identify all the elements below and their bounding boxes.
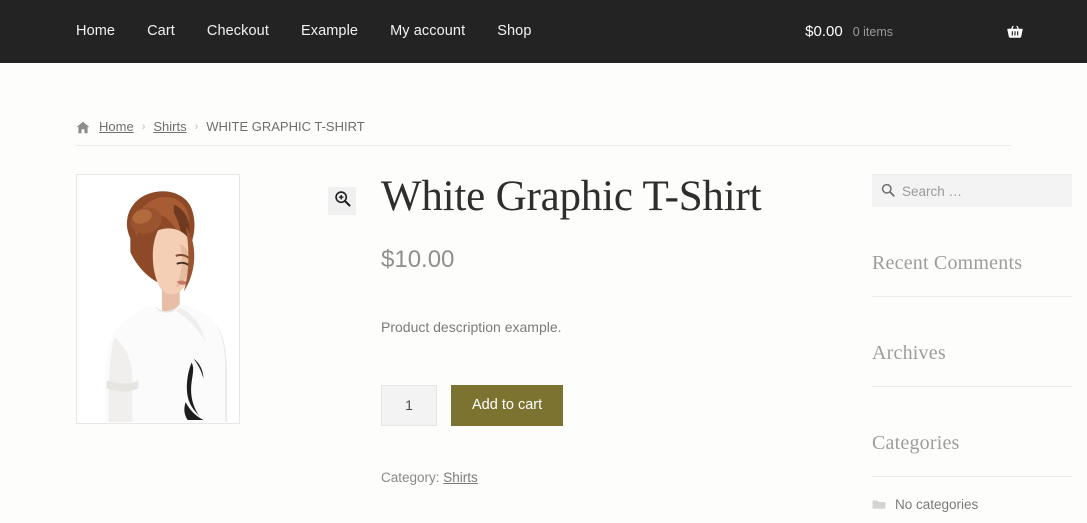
cart-total: $0.00 xyxy=(805,23,843,40)
widget-title: Categories xyxy=(872,432,960,454)
page-wrapper: Home › Shirts › WHITE GRAPHIC T-SHIRT Wh… xyxy=(0,63,1087,512)
home-icon[interactable] xyxy=(76,121,90,134)
nav-item-shop[interactable]: Shop xyxy=(497,24,531,39)
categories-list: No categories xyxy=(872,497,1072,512)
widget-title: Recent Comments xyxy=(872,252,1023,274)
nav-item-cart[interactable]: Cart xyxy=(147,24,175,39)
breadcrumb-link-shirts[interactable]: Shirts xyxy=(153,119,186,134)
product-title: White Graphic T-Shirt xyxy=(381,173,762,220)
breadcrumb: Home › Shirts › WHITE GRAPHIC T-SHIRT xyxy=(76,63,1011,146)
search-form xyxy=(872,174,1072,207)
site-header: Home Cart Checkout Example My account Sh… xyxy=(0,0,1087,63)
sidebar: Recent Comments Archives Categories xyxy=(775,174,1072,512)
widget-divider xyxy=(872,296,1072,297)
product-gallery-column xyxy=(76,174,370,512)
product-category-label: Category: xyxy=(381,469,440,485)
widget-divider xyxy=(872,386,1072,387)
add-to-cart-form: Add to cart xyxy=(381,384,775,426)
breadcrumb-link-home[interactable]: Home xyxy=(99,119,134,134)
folder-icon xyxy=(872,499,886,510)
widget-categories: Categories No categories xyxy=(872,432,1072,512)
cart-item-count: 0 items xyxy=(852,24,893,39)
breadcrumb-separator: › xyxy=(194,120,199,133)
cart-summary[interactable]: $0.00 0 items xyxy=(805,22,1025,42)
main-navigation: Home Cart Checkout Example My account Sh… xyxy=(76,24,805,39)
search-input[interactable] xyxy=(872,174,1072,207)
nav-item-my-account[interactable]: My account xyxy=(390,24,465,39)
add-to-cart-button[interactable]: Add to cart xyxy=(451,384,564,426)
widget-recent-comments: Recent Comments xyxy=(872,252,1072,297)
image-zoom-button[interactable] xyxy=(328,187,356,215)
widget-archives: Archives xyxy=(872,342,1072,387)
breadcrumb-separator: › xyxy=(141,120,146,133)
product-image[interactable] xyxy=(76,174,240,424)
product-description: Product description example. xyxy=(381,318,562,335)
shopping-basket-icon[interactable] xyxy=(1005,22,1025,42)
product-price: $10.00 xyxy=(381,245,455,273)
nav-item-home[interactable]: Home xyxy=(76,24,115,39)
product-category-link[interactable]: Shirts xyxy=(443,470,478,485)
product-gallery xyxy=(76,174,370,424)
nav-item-example[interactable]: Example xyxy=(301,24,358,39)
product-category-meta: Category: Shirts xyxy=(381,470,775,485)
magnifier-plus-icon xyxy=(334,190,351,212)
quantity-input[interactable] xyxy=(381,384,437,426)
nav-item-checkout[interactable]: Checkout xyxy=(207,24,269,39)
list-item: No categories xyxy=(872,497,1072,512)
breadcrumb-current: WHITE GRAPHIC T-SHIRT xyxy=(206,119,365,134)
main-content: White Graphic T-Shirt $10.00 Product des… xyxy=(76,146,1072,512)
product-summary-column: White Graphic T-Shirt $10.00 Product des… xyxy=(370,174,775,512)
list-item-label: No categories xyxy=(895,497,979,512)
widget-divider xyxy=(872,476,1072,477)
widget-title: Archives xyxy=(872,342,946,364)
